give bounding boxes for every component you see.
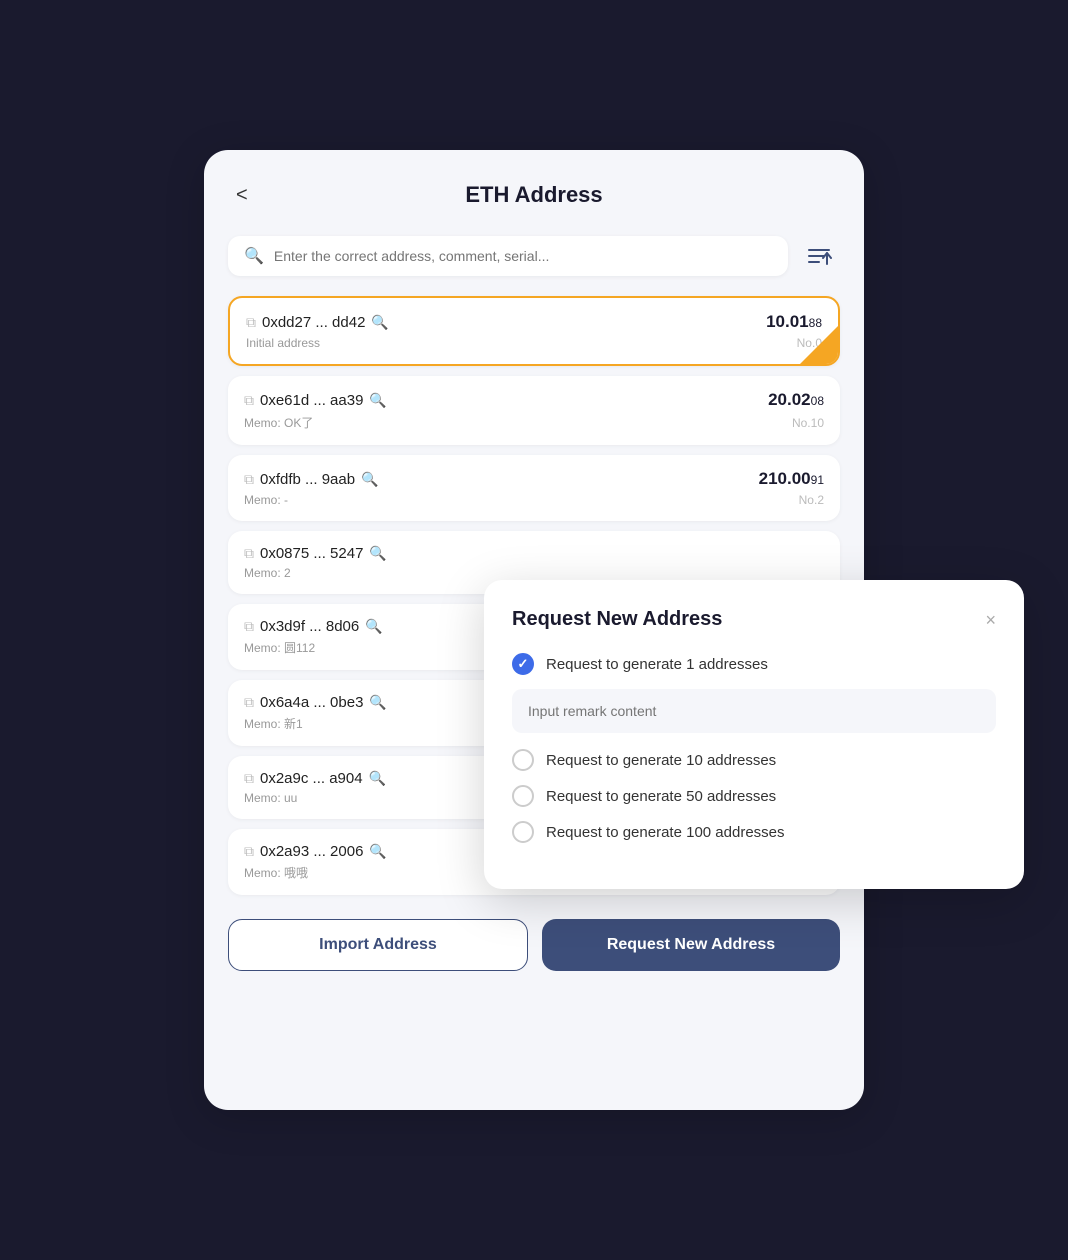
search-input[interactable] xyxy=(274,248,772,264)
radio-option[interactable]: Request to generate 100 addresses xyxy=(512,821,996,843)
request-new-address-button[interactable]: Request New Address xyxy=(542,919,840,971)
modal-options: Request to generate 1 addresses Request … xyxy=(512,653,996,843)
amount-small: 08 xyxy=(811,394,824,408)
address-item[interactable]: ⧉ 0xfdfb ... 9aab 🔍 210.0091 Memo: - No.… xyxy=(228,455,840,521)
amount-main: 20.02 xyxy=(768,390,811,410)
no-badge: No.2 xyxy=(799,493,824,507)
search-address-icon[interactable]: 🔍 xyxy=(369,843,386,860)
amount-main: 210.00 xyxy=(759,469,811,489)
search-input-wrap: 🔍 xyxy=(228,236,788,276)
address-text: 0x3d9f ... 8d06 xyxy=(260,618,359,635)
copy-icon[interactable]: ⧉ xyxy=(244,471,254,488)
radio-option[interactable]: Request to generate 50 addresses xyxy=(512,785,996,807)
filter-icon xyxy=(806,245,832,267)
search-address-icon[interactable]: 🔍 xyxy=(371,314,388,331)
memo-text: Memo: 圆112 xyxy=(244,639,315,656)
memo-text: Memo: uu xyxy=(244,791,297,805)
back-button[interactable]: < xyxy=(228,180,256,211)
copy-icon[interactable]: ⧉ xyxy=(244,770,254,787)
address-text: 0x2a93 ... 2006 xyxy=(260,843,363,860)
copy-icon[interactable]: ⧉ xyxy=(244,618,254,635)
search-address-icon[interactable]: 🔍 xyxy=(369,392,386,409)
active-corner xyxy=(800,326,838,364)
filter-button[interactable] xyxy=(798,237,840,275)
radio-label: Request to generate 10 addresses xyxy=(546,752,776,769)
amount-small: 91 xyxy=(811,473,824,487)
memo-text: Memo: 哦哦 xyxy=(244,864,308,881)
page-title: ETH Address xyxy=(465,182,602,208)
copy-icon[interactable]: ⧉ xyxy=(244,694,254,711)
radio-circle xyxy=(512,785,534,807)
address-text: 0x6a4a ... 0be3 xyxy=(260,694,363,711)
radio-label: Request to generate 100 addresses xyxy=(546,824,785,841)
page-header: < ETH Address xyxy=(228,182,840,208)
address-text: 0xdd27 ... dd42 xyxy=(262,314,365,331)
radio-label: Request to generate 1 addresses xyxy=(546,656,768,673)
address-text: 0xe61d ... aa39 xyxy=(260,392,363,409)
radio-circle xyxy=(512,653,534,675)
address-item[interactable]: ⧉ 0xe61d ... aa39 🔍 20.0208 Memo: OK了 No… xyxy=(228,376,840,445)
request-address-modal: Request New Address × Request to generat… xyxy=(484,580,1024,889)
copy-icon[interactable]: ⧉ xyxy=(244,392,254,409)
search-address-icon[interactable]: 🔍 xyxy=(369,545,386,562)
radio-option[interactable]: Request to generate 1 addresses xyxy=(512,653,996,675)
memo-text: Memo: 2 xyxy=(244,566,291,580)
no-badge: No.10 xyxy=(792,416,824,430)
search-address-icon[interactable]: 🔍 xyxy=(365,618,382,635)
copy-icon[interactable]: ⧉ xyxy=(244,843,254,860)
radio-circle xyxy=(512,821,534,843)
copy-icon[interactable]: ⧉ xyxy=(246,314,256,331)
footer-buttons: Import Address Request New Address xyxy=(228,919,840,971)
modal-title: Request New Address xyxy=(512,608,722,631)
main-card: < ETH Address 🔍 ⧉ 0xdd27 ... dd42 🔍 xyxy=(204,150,864,1110)
search-icon: 🔍 xyxy=(244,246,264,266)
search-address-icon[interactable]: 🔍 xyxy=(361,471,378,488)
memo-text: Memo: OK了 xyxy=(244,414,313,431)
address-text: 0x0875 ... 5247 xyxy=(260,545,363,562)
copy-icon[interactable]: ⧉ xyxy=(244,545,254,562)
radio-circle xyxy=(512,749,534,771)
radio-label: Request to generate 50 addresses xyxy=(546,788,776,805)
remark-input[interactable] xyxy=(512,689,996,733)
memo-text: Initial address xyxy=(246,336,320,350)
modal-close-button[interactable]: × xyxy=(985,611,996,629)
modal-header: Request New Address × xyxy=(512,608,996,631)
memo-text: Memo: 新1 xyxy=(244,715,303,732)
search-address-icon[interactable]: 🔍 xyxy=(369,770,386,787)
address-text: 0x2a9c ... a904 xyxy=(260,770,363,787)
import-address-button[interactable]: Import Address xyxy=(228,919,528,971)
search-bar: 🔍 xyxy=(228,236,840,276)
search-address-icon[interactable]: 🔍 xyxy=(369,694,386,711)
memo-text: Memo: - xyxy=(244,493,288,507)
radio-option[interactable]: Request to generate 10 addresses xyxy=(512,749,996,771)
address-item[interactable]: ⧉ 0xdd27 ... dd42 🔍 10.0188 Initial addr… xyxy=(228,296,840,366)
address-text: 0xfdfb ... 9aab xyxy=(260,471,355,488)
